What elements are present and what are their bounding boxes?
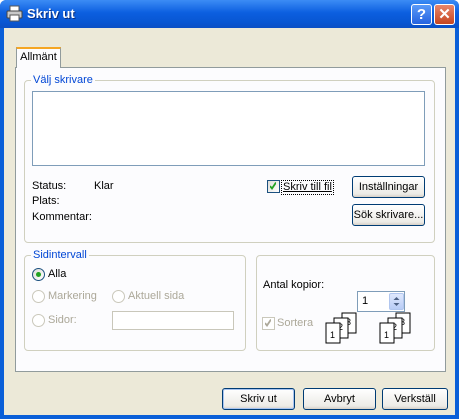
comment-label: Kommentar: (32, 211, 92, 223)
checkmark-icon (270, 182, 276, 190)
radio-selected-dot (36, 272, 41, 277)
spin-buttons[interactable] (389, 293, 404, 310)
tab-general[interactable]: Allmänt (16, 47, 61, 68)
close-button[interactable]: ✕ (434, 4, 455, 25)
find-printer-button[interactable]: Sök skrivare... (352, 204, 425, 226)
page-range-group: Sidintervall Alla Markering Aktuell sida… (24, 248, 246, 351)
svg-text:1: 1 (330, 330, 335, 340)
all-pages-label[interactable]: Alla (48, 268, 66, 281)
apply-button[interactable]: Verkställ (382, 388, 448, 410)
location-label: Plats: (32, 195, 60, 207)
printer-list[interactable] (32, 91, 425, 166)
window-title: Skriv ut (27, 6, 75, 21)
cancel-button[interactable]: Avbryt (303, 388, 376, 410)
current-page-radio[interactable] (112, 290, 125, 303)
copies-spinner[interactable]: 1 (357, 291, 405, 312)
collate-label[interactable]: Sortera (277, 317, 313, 330)
svg-text:1: 1 (384, 330, 389, 340)
current-page-label[interactable]: Aktuell sida (128, 290, 184, 303)
select-printer-group: Välj skrivare Status: Klar Plats: Kommen… (24, 73, 435, 243)
preferences-button[interactable]: Inställningar (352, 176, 425, 198)
status-label: Status: (32, 180, 67, 192)
selection-radio[interactable] (32, 290, 45, 303)
select-printer-group-label: Välj skrivare (31, 73, 95, 87)
print-button[interactable]: Skriv ut (222, 388, 295, 410)
collate-checkbox[interactable] (262, 317, 275, 330)
print-to-file-label[interactable]: Skriv till fil (281, 180, 334, 195)
status-value: Klar (94, 180, 114, 192)
pages-input[interactable] (112, 311, 234, 330)
printer-icon (6, 5, 23, 22)
collated-pages-icon: 3 2 1 (325, 312, 357, 344)
copies-value: 1 (362, 295, 369, 307)
print-to-file-checkbox[interactable] (267, 180, 280, 193)
pages-radio[interactable] (32, 314, 45, 327)
pages-label[interactable]: Sidor: (48, 314, 77, 327)
print-dialog-window: Skriv ut ? ✕ Allmänt Välj skrivare Statu… (0, 0, 459, 419)
dialog-client-area: Allmänt Välj skrivare Status: Klar Plats… (4, 28, 455, 415)
page-range-group-label: Sidintervall (31, 248, 89, 262)
selection-label[interactable]: Markering (48, 290, 97, 303)
all-pages-radio[interactable] (32, 268, 45, 281)
copies-label: Antal kopior: (263, 279, 325, 291)
help-button[interactable]: ? (411, 4, 432, 25)
checkmark-icon (265, 319, 271, 327)
spin-arrows-icon (393, 297, 400, 306)
collated-pages-icon: 3 2 1 (379, 312, 411, 344)
title-bar[interactable]: Skriv ut ? ✕ (0, 0, 459, 28)
